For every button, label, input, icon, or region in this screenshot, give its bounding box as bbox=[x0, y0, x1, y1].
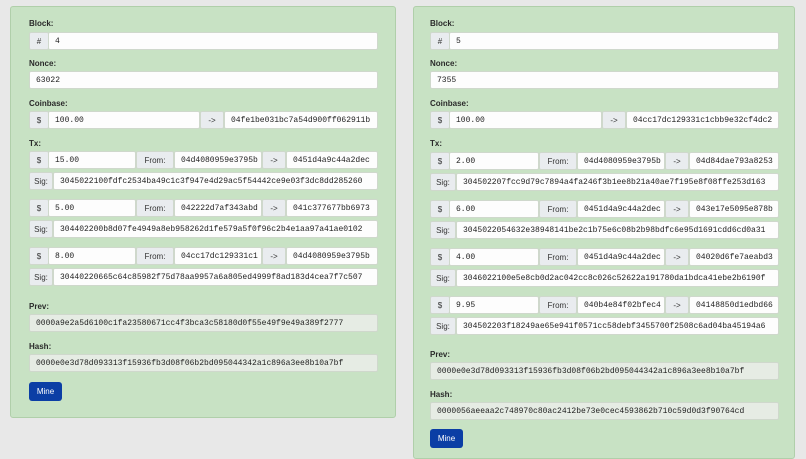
tx-amount-input[interactable]: 15.00 bbox=[48, 151, 136, 169]
coinbase-to-input[interactable]: 04cc17dc129331c1cbb9e32cf4dc2 bbox=[626, 111, 779, 129]
tx-from-input[interactable]: 042222d7af343abd bbox=[174, 199, 262, 217]
prev-hash-field: 0000a9e2a5d6100c1fa23580671cc4f3bca3c581… bbox=[29, 314, 378, 332]
sig-label: Sig: bbox=[430, 317, 456, 335]
tx-arrow: -> bbox=[665, 296, 689, 314]
tx-from-input[interactable]: 0451d4a9c44a2dec bbox=[577, 248, 665, 266]
coinbase-arrow: -> bbox=[200, 111, 224, 129]
tx-currency: $ bbox=[430, 248, 450, 266]
nonce-label: Nonce: bbox=[430, 59, 458, 68]
tx-from-label: From: bbox=[136, 151, 174, 169]
tx-from-label: From: bbox=[539, 152, 577, 170]
tx-from-input[interactable]: 0451d4a9c44a2dec bbox=[577, 200, 665, 218]
block-hash-symbol: # bbox=[29, 32, 49, 50]
tx-to-input[interactable]: 043e17e5095e878b bbox=[689, 200, 779, 218]
sig-input[interactable]: 304502207fcc9d79c7894a4fa246f3b1ee8b21a4… bbox=[456, 173, 779, 191]
tx-currency: $ bbox=[430, 152, 450, 170]
prev-label: Prev: bbox=[29, 302, 50, 311]
tx-from-label: From: bbox=[136, 199, 174, 217]
tx-to-input[interactable]: 04d84dae793a8253 bbox=[689, 152, 779, 170]
sig-label: Sig: bbox=[29, 172, 53, 190]
tx-amount-input[interactable]: 8.00 bbox=[48, 247, 136, 265]
hash-label: Hash: bbox=[29, 342, 52, 351]
block-card-5: Block: # 5 Nonce: 7355 Coinbase: $ 100.0… bbox=[413, 6, 795, 459]
sig-label: Sig: bbox=[430, 173, 456, 191]
hash-field: 0000e0e3d78d093313f15936fb3d08f06b2bd095… bbox=[29, 354, 378, 372]
tx-to-input[interactable]: 0451d4a9c44a2dec bbox=[286, 151, 378, 169]
hash-field: 0000056aeeaa2c748970c80ac2412be73e0cec45… bbox=[430, 402, 779, 420]
tx-arrow: -> bbox=[262, 247, 286, 265]
tx-from-input[interactable]: 04cc17dc129331c1 bbox=[174, 247, 262, 265]
tx-from-label: From: bbox=[539, 200, 577, 218]
sig-label: Sig: bbox=[29, 268, 53, 286]
block-label: Block: bbox=[430, 19, 455, 28]
tx-label: Tx: bbox=[29, 139, 41, 148]
tx-arrow: -> bbox=[262, 199, 286, 217]
mine-button[interactable]: Mine bbox=[430, 429, 463, 448]
block-card-4: Block: # 4 Nonce: 63022 Coinbase: $ 100.… bbox=[10, 6, 396, 418]
sig-input[interactable]: 3046022100e5e8cb0d2ac042cc8c026c52622a19… bbox=[456, 269, 779, 287]
nonce-input[interactable]: 7355 bbox=[430, 71, 779, 89]
coinbase-arrow: -> bbox=[602, 111, 626, 129]
tx-from-label: From: bbox=[539, 248, 577, 266]
coinbase-label: Coinbase: bbox=[430, 99, 469, 108]
tx-amount-input[interactable]: 4.00 bbox=[449, 248, 539, 266]
nonce-input[interactable]: 63022 bbox=[29, 71, 378, 89]
sig-label: Sig: bbox=[430, 269, 456, 287]
tx-amount-input[interactable]: 2.00 bbox=[449, 152, 539, 170]
tx-currency: $ bbox=[430, 296, 450, 314]
tx-label: Tx: bbox=[430, 139, 442, 148]
tx-from-input[interactable]: 04d4080959e3795b bbox=[174, 151, 262, 169]
tx-from-label: From: bbox=[539, 296, 577, 314]
tx-from-input[interactable]: 040b4e84f02bfec4 bbox=[577, 296, 665, 314]
tx-arrow: -> bbox=[665, 248, 689, 266]
mine-button[interactable]: Mine bbox=[29, 382, 62, 401]
block-hash-symbol: # bbox=[430, 32, 450, 50]
coinbase-currency: $ bbox=[29, 111, 49, 129]
tx-arrow: -> bbox=[665, 200, 689, 218]
tx-to-input[interactable]: 04148850d1edbd66 bbox=[689, 296, 779, 314]
nonce-label: Nonce: bbox=[29, 59, 57, 68]
tx-to-input[interactable]: 04020d6fe7aeabd3 bbox=[689, 248, 779, 266]
coinbase-amount-input[interactable]: 100.00 bbox=[48, 111, 200, 129]
sig-label: Sig: bbox=[29, 220, 53, 238]
sig-input[interactable]: 30440220665c64c85982f75d78aa9957a6a805ed… bbox=[53, 268, 378, 286]
prev-label: Prev: bbox=[430, 350, 451, 359]
hash-label: Hash: bbox=[430, 390, 453, 399]
tx-currency: $ bbox=[430, 200, 450, 218]
coinbase-label: Coinbase: bbox=[29, 99, 68, 108]
tx-arrow: -> bbox=[665, 152, 689, 170]
sig-input[interactable]: 304402200b8d07fe4949a8eb958262d1fe579a5f… bbox=[53, 220, 378, 238]
block-number-input[interactable]: 5 bbox=[449, 32, 779, 50]
block-number-input[interactable]: 4 bbox=[48, 32, 378, 50]
coinbase-to-input[interactable]: 04fe1be031bc7a54d900ff062911b bbox=[224, 111, 378, 129]
tx-from-input[interactable]: 04d4080959e3795b bbox=[577, 152, 665, 170]
prev-hash-field: 0000e0e3d78d093313f15936fb3d08f06b2bd095… bbox=[430, 362, 779, 380]
coinbase-amount-input[interactable]: 100.00 bbox=[449, 111, 602, 129]
block-label: Block: bbox=[29, 19, 54, 28]
tx-arrow: -> bbox=[262, 151, 286, 169]
tx-amount-input[interactable]: 5.00 bbox=[48, 199, 136, 217]
tx-amount-input[interactable]: 9.95 bbox=[449, 296, 539, 314]
tx-currency: $ bbox=[29, 151, 49, 169]
coinbase-currency: $ bbox=[430, 111, 450, 129]
tx-amount-input[interactable]: 6.00 bbox=[449, 200, 539, 218]
tx-from-label: From: bbox=[136, 247, 174, 265]
sig-input[interactable]: 304502203f18249ae65e941f0571cc58debf3455… bbox=[456, 317, 779, 335]
tx-to-input[interactable]: 041c377677bb6973 bbox=[286, 199, 378, 217]
tx-currency: $ bbox=[29, 247, 49, 265]
sig-label: Sig: bbox=[430, 221, 456, 239]
sig-input[interactable]: 3045022054632e38948141be2c1b75e6c08b2b98… bbox=[456, 221, 779, 239]
sig-input[interactable]: 3045022100fdfc2534ba49c1c3f947e4d29ac5f5… bbox=[53, 172, 378, 190]
tx-to-input[interactable]: 04d4080959e3795b bbox=[286, 247, 378, 265]
tx-currency: $ bbox=[29, 199, 49, 217]
